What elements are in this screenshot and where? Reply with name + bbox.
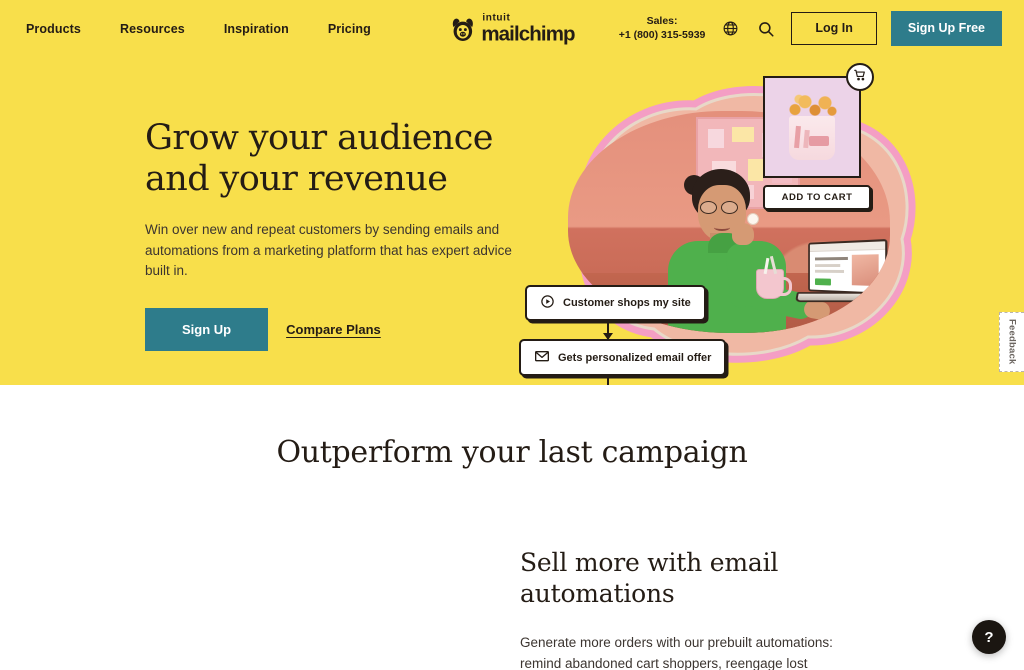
laptop [794, 239, 890, 313]
nav-item-products[interactable]: Products [26, 22, 81, 36]
search-icon[interactable] [755, 18, 777, 40]
globe-icon[interactable] [719, 18, 741, 40]
product-card[interactable] [763, 76, 861, 178]
feature-media-placeholder [0, 548, 520, 670]
mailchimp-freddie-icon [449, 15, 476, 42]
coffee-mug [756, 255, 792, 299]
primary-navigation: Products Resources Inspiration Pricing [26, 22, 371, 36]
feature-title-line2: automations [520, 578, 675, 608]
flow-step-customer-shops[interactable]: Customer shops my site [525, 285, 706, 321]
login-button[interactable]: Log In [791, 11, 877, 46]
nav-item-pricing[interactable]: Pricing [328, 22, 371, 36]
page-root: Products Resources Inspiration Pricing i… [0, 0, 1024, 670]
envelope-icon [534, 348, 550, 367]
nav-item-inspiration[interactable]: Inspiration [224, 22, 289, 36]
logo-wordmark: intuit mailchimp [481, 12, 575, 45]
hero-signup-button[interactable]: Sign Up [145, 307, 269, 351]
header-actions: Sales: +1 (800) 315-5939 Log In Sign Up … [619, 11, 1002, 46]
mailchimp-logo[interactable]: intuit mailchimp [449, 12, 576, 45]
sales-number: +1 (800) 315-5939 [618, 28, 706, 41]
logo-mailchimp-text: mailchimp [481, 21, 575, 45]
hero-cta-group: Sign Up Compare Plans [145, 307, 535, 351]
sales-phone[interactable]: Sales: +1 (800) 315-5939 [619, 15, 706, 43]
feature-row: Sell more with email automations Generat… [0, 548, 1024, 670]
feature-title-line1: Sell more with email [520, 548, 779, 577]
outperform-section: Outperform your last campaign Sell more … [0, 435, 1024, 670]
nav-item-resources[interactable]: Resources [120, 22, 185, 36]
help-button[interactable]: ? [972, 620, 1006, 654]
hero-title: Grow your audience and your revenue [145, 118, 535, 199]
hero-copy: Grow your audience and your revenue Win … [145, 118, 535, 351]
help-question-mark-icon: ? [984, 628, 994, 646]
hero-illustration: ADD TO CART Customer shops my site Gets … [519, 63, 1020, 385]
section-heading: Outperform your last campaign [276, 435, 748, 470]
hero-title-line2: and your revenue [145, 158, 448, 199]
sales-label: Sales: [646, 14, 678, 27]
add-to-cart-button[interactable]: ADD TO CART [763, 185, 871, 210]
feedback-tab[interactable]: Feedback [999, 312, 1024, 372]
flow-step-label: Customer shops my site [563, 297, 691, 309]
compare-plans-link[interactable]: Compare Plans [286, 322, 381, 337]
feature-title: Sell more with email automations [520, 548, 880, 609]
feature-copy: Sell more with email automations Generat… [520, 548, 980, 670]
flow-step-label: Gets personalized email offer [558, 351, 712, 364]
hero-title-line1: Grow your audience [145, 118, 493, 158]
feedback-tab-label: Feedback [1006, 319, 1018, 365]
site-header: Products Resources Inspiration Pricing i… [0, 0, 1024, 57]
cart-badge[interactable] [846, 63, 874, 91]
shopping-cart-icon [853, 68, 867, 87]
popcorn-snack-bucket-image [781, 94, 843, 160]
hero-section: Grow your audience and your revenue Win … [0, 57, 1024, 385]
flow-step-personalized-email[interactable]: Gets personalized email offer [519, 339, 727, 376]
play-circle-icon [540, 294, 555, 312]
signup-free-button[interactable]: Sign Up Free [890, 11, 1002, 46]
hero-subtitle: Win over new and repeat customers by sen… [145, 222, 512, 279]
feature-body: Generate more orders with our prebuilt a… [520, 635, 833, 670]
flow-arrow-1 [603, 318, 613, 340]
